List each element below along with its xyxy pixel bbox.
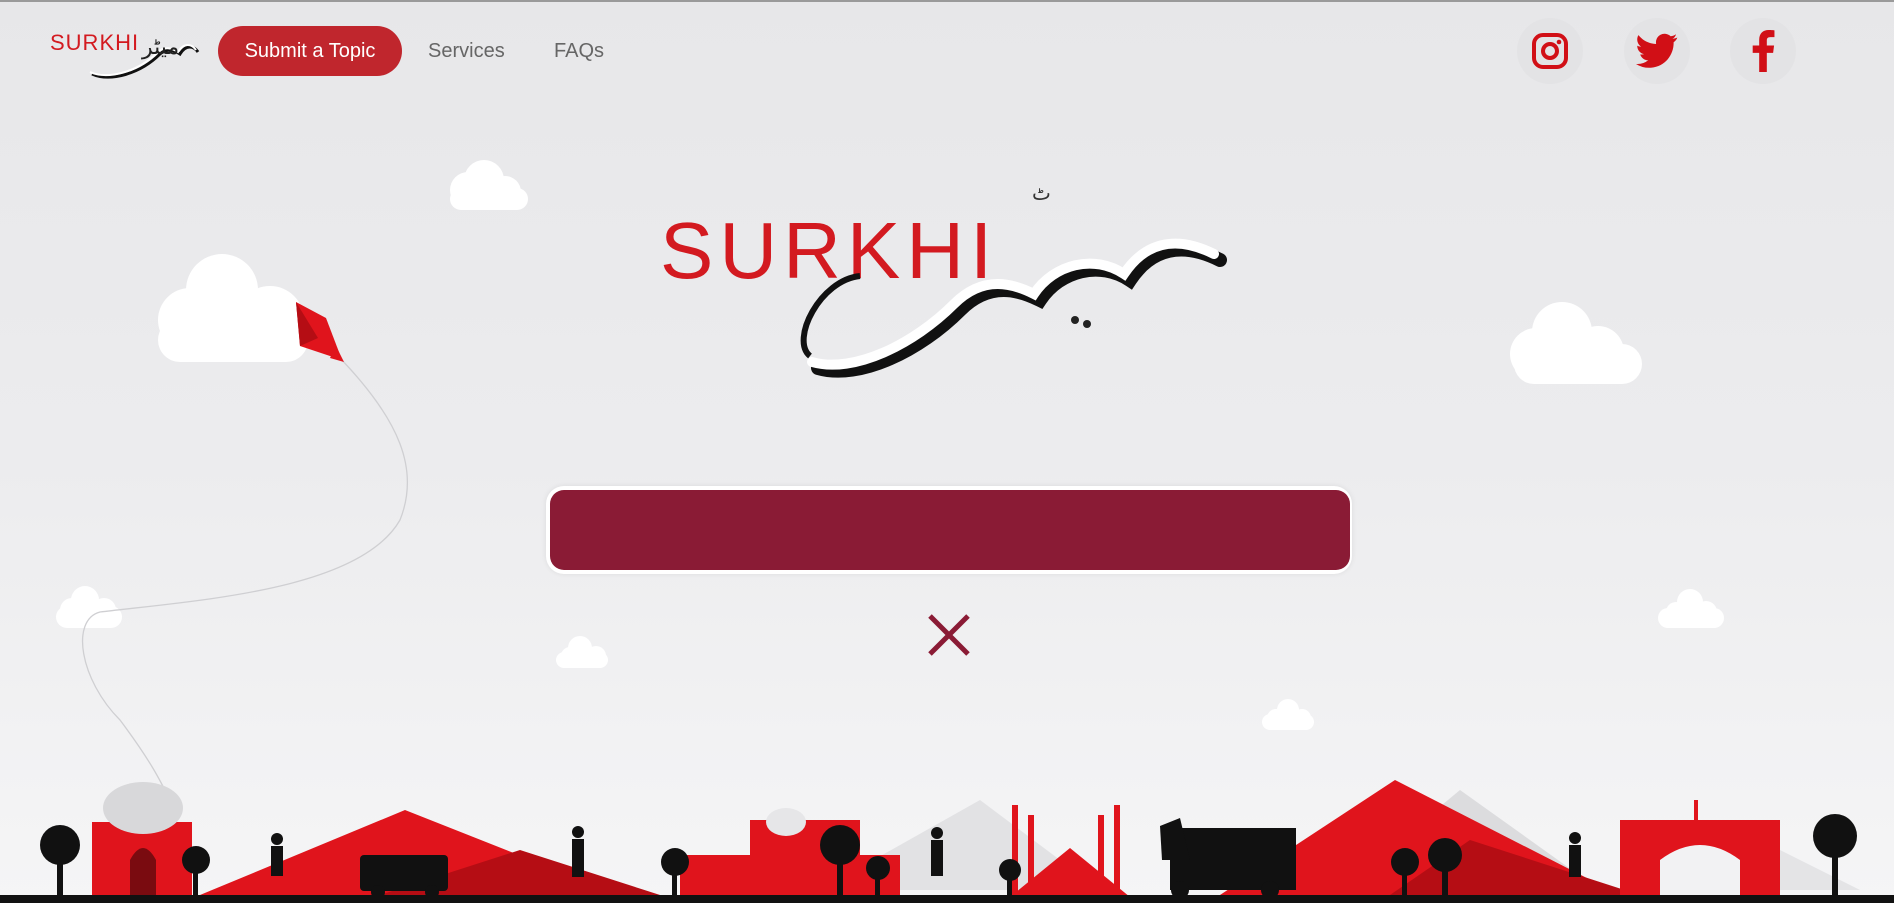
instagram-button[interactable] [1517,18,1583,84]
city-skyline-illustration [0,780,1894,903]
twitter-icon [1636,33,1678,68]
cloud-icon [1262,699,1314,730]
nav-services-link[interactable]: Services [428,40,505,63]
close-icon[interactable] [924,610,974,660]
kite-icon [296,302,344,362]
facebook-button[interactable] [1730,18,1796,84]
submit-topic-button[interactable]: Submit a Topic [218,26,402,76]
top-border [0,0,1894,2]
twitter-button[interactable] [1624,18,1690,84]
cloud-icon [1658,589,1724,628]
sky-scene [56,160,1724,801]
svg-text:ٹ: ٹ [1032,181,1051,205]
search-input[interactable] [550,490,1350,570]
search-container [546,486,1352,574]
header-logo-urdu: میٹر [141,35,179,60]
cloud-icon [450,160,528,210]
hero-logo: SURKHI ٹ [660,181,1227,378]
cloud-icon [556,636,608,668]
cloud-icon [158,254,308,362]
header-logo[interactable]: SURKHI میٹر [50,24,200,82]
instagram-icon [1532,33,1568,69]
header-logo-latin: SURKHI [50,30,139,55]
nav-faqs-link[interactable]: FAQs [554,40,604,63]
facebook-icon [1752,30,1775,72]
hero-logo-latin: SURKHI [660,206,998,295]
cloud-icon [56,586,122,628]
cloud-icon [1510,302,1642,384]
